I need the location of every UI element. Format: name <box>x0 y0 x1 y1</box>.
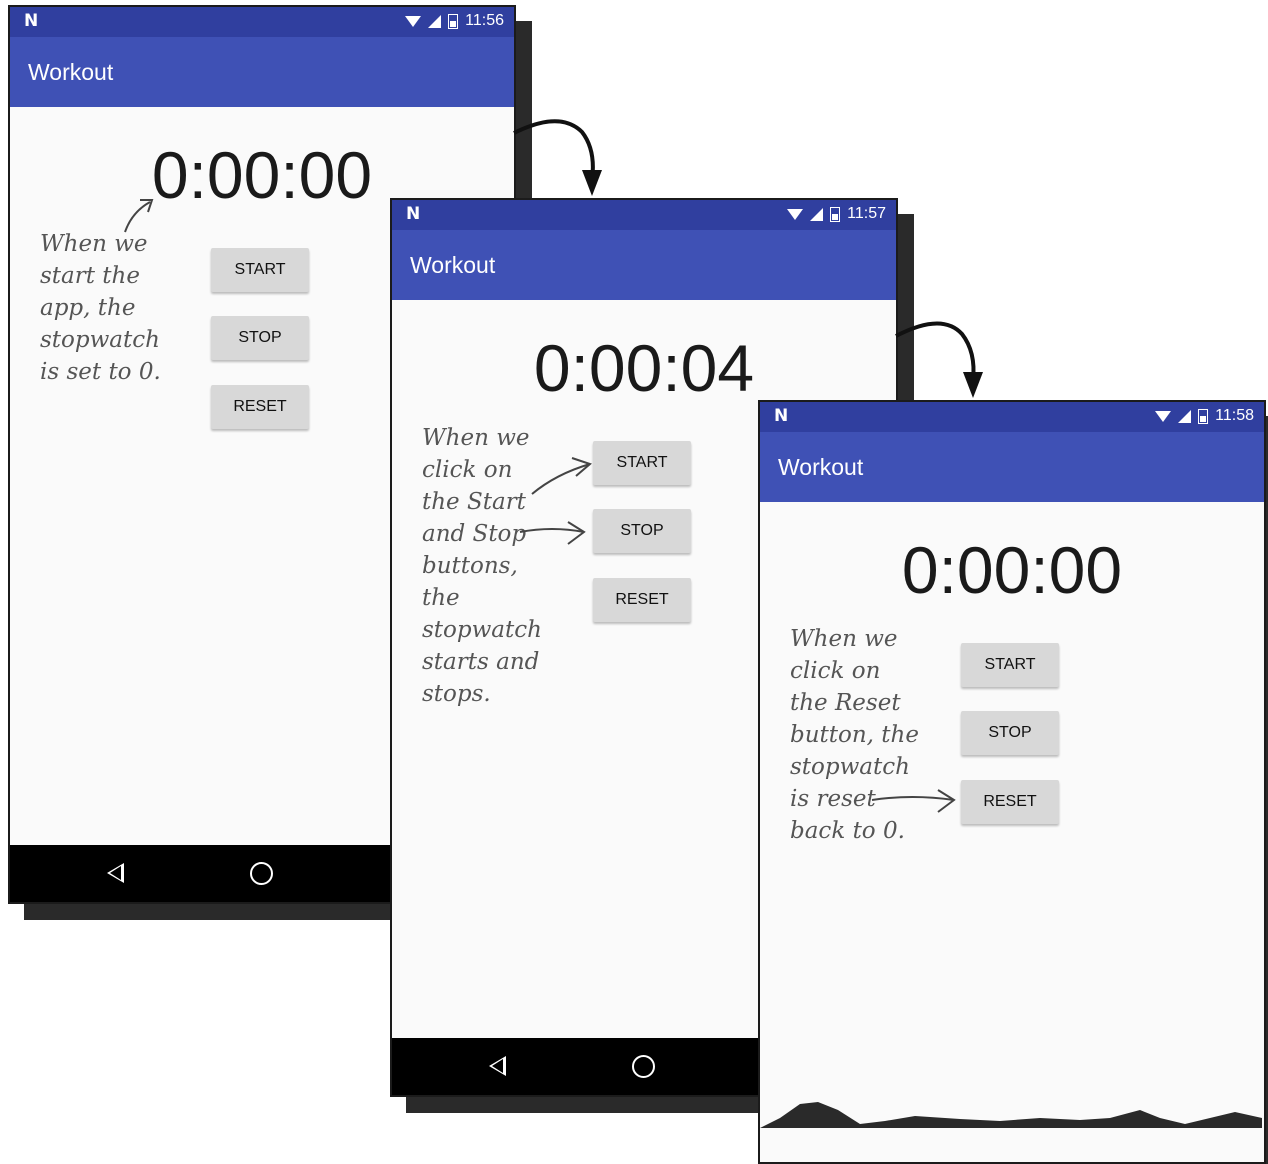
arrow-to-stop <box>519 528 585 533</box>
arrowhead <box>937 789 956 813</box>
arrows-overlay <box>124 119 983 813</box>
arrow-to-start <box>531 463 591 495</box>
flow-arrowhead-2 <box>963 372 983 398</box>
flow-arrowhead-1 <box>582 170 602 196</box>
flow-arrow-1 <box>513 119 595 181</box>
arrow-to-timer <box>124 201 151 233</box>
arrowhead <box>567 521 586 545</box>
arrow-to-reset <box>871 796 955 801</box>
arrowhead <box>140 199 154 213</box>
flow-arrow-2 <box>895 321 976 381</box>
